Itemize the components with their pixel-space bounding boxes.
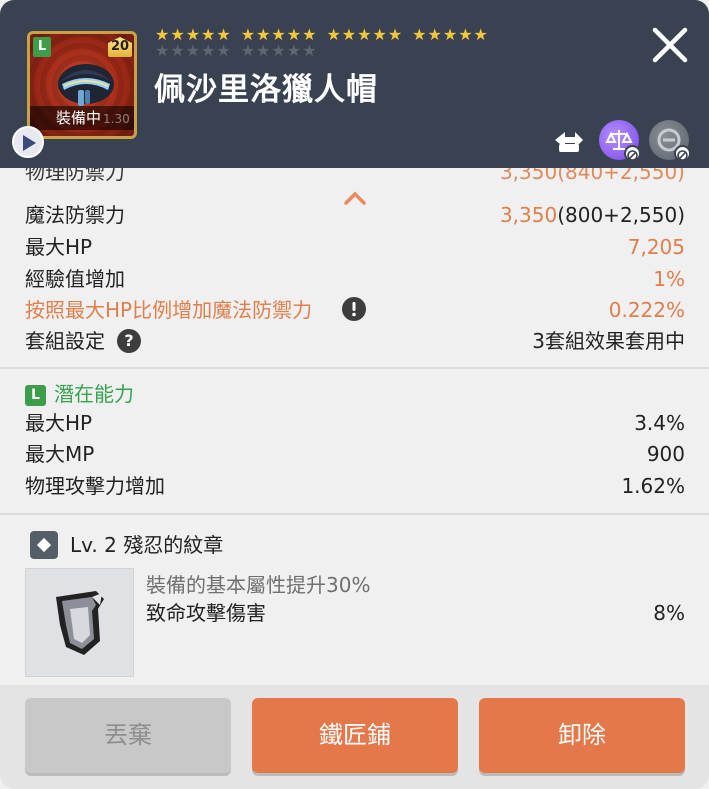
potential-value: 900 — [646, 442, 685, 466]
emblem-diamond-icon — [30, 531, 58, 559]
stat-value-detail: (800+2,550) — [557, 203, 685, 227]
transfer-icon[interactable] — [549, 120, 589, 160]
stats-scroll-area[interactable]: 物理防禦力 3,350(840+2,550) 魔法防禦力 3,350(800+2… — [0, 168, 709, 685]
star-icon: ★ — [442, 25, 458, 44]
star-icon: ★ — [387, 25, 403, 44]
stat-label: 經驗值增加 — [25, 267, 125, 291]
stat-value: 3,350(840+2,550) — [499, 168, 685, 184]
star-icon: ★ — [412, 25, 427, 44]
disabled-icon[interactable] — [649, 120, 691, 162]
star-group: ★ ★ ★ ★ ★ — [241, 43, 317, 59]
item-detail-panel: L 20 裝備中 1.30 ★ ★ ★ ★ ★ ★ ★ ★ ★ ★ ★ ★ ★ ★ ★ ★ ★ ★ ★ ★ ★ ★ ★… — [0, 0, 709, 789]
potential-value: 3.4% — [634, 411, 685, 435]
star-icon: ★ — [473, 25, 488, 44]
empty-star-icon: ★ — [302, 41, 317, 60]
empty-star-row: ★ ★ ★ ★ ★ ★ ★ ★ ★ ★ — [155, 43, 316, 59]
equipped-faint-text: 1.30 — [103, 112, 130, 126]
stat-value: 3,350(800+2,550) — [500, 200, 685, 230]
stat-value: 0.222% — [608, 298, 685, 322]
potential-row: 物理攻擊力增加 1.62% — [25, 471, 685, 501]
stat-label: 魔法防禦力 — [25, 203, 125, 227]
stat-value: 7,205 — [627, 235, 685, 259]
star-icon: ★ — [357, 25, 372, 44]
emblem-header: Lv. 2 殘忍的紋章 — [30, 530, 223, 560]
unavailable-icon — [674, 145, 691, 162]
potential-header: L 潛在能力 — [25, 379, 685, 409]
header-action-icons — [549, 120, 691, 162]
hunter-hat-icon — [58, 64, 114, 106]
star-group: ★ ★ ★ ★ ★ — [155, 43, 231, 59]
potential-label: 最大MP — [25, 442, 95, 466]
star-group: ★ ★ ★ ★ ★ — [326, 27, 402, 43]
stat-row: 最大HP 7,205 — [25, 232, 685, 262]
emblem-stat-label: 致命攻擊傷害 — [146, 601, 266, 625]
set-label-row: 套組設定? — [25, 326, 141, 356]
section-divider — [0, 367, 709, 369]
stat-label-row: 按照最大HP比例增加魔法防禦力 — [25, 295, 367, 325]
cruel-emblem-icon — [56, 591, 104, 655]
emblem-title: Lv. 2 殘忍的紋章 — [70, 533, 224, 557]
star-icon: ★ — [458, 25, 473, 44]
star-group: ★ ★ ★ ★ ★ — [412, 27, 488, 43]
emblem-image-box[interactable] — [25, 568, 134, 677]
stat-label: 套組設定 — [25, 329, 105, 353]
potential-value: 1.62% — [621, 474, 685, 498]
emblem-stat-row: 致命攻擊傷害 8% — [146, 598, 685, 628]
star-icon: ★ — [341, 25, 357, 44]
empty-star-icon: ★ — [271, 41, 286, 60]
potential-label: 最大HP — [25, 411, 93, 435]
play-button[interactable] — [12, 126, 44, 158]
info-icon[interactable] — [342, 297, 367, 321]
empty-star-icon: ★ — [201, 41, 216, 60]
play-icon — [23, 135, 36, 151]
unavailable-icon — [624, 145, 641, 162]
empty-star-icon: ★ — [155, 41, 170, 60]
close-icon[interactable] — [651, 26, 689, 64]
balance-icon[interactable] — [599, 120, 641, 162]
stat-value: 1% — [653, 267, 685, 291]
potential-title: 潛在能力 — [54, 382, 134, 406]
equipped-tag: 裝備中 1.30 — [30, 106, 134, 130]
blacksmith-button[interactable]: 鐵匠鋪 — [252, 698, 458, 773]
star-icon: ★ — [427, 25, 442, 44]
empty-star-icon: ★ — [170, 41, 185, 60]
stat-value: 3套組效果套用中 — [532, 329, 685, 353]
empty-star-icon: ★ — [240, 41, 256, 60]
stat-label: 最大HP — [25, 235, 93, 259]
stat-row: 魔法防禦力 3,350(800+2,550) — [25, 200, 685, 230]
set-row: 套組設定? 3套組效果套用中 — [25, 326, 685, 356]
potential-title-row: L 潛在能力 — [25, 379, 134, 409]
item-icon-frame[interactable]: L 20 裝備中 1.30 — [27, 31, 137, 139]
star-icon: ★ — [372, 25, 387, 44]
grade-badge: L — [33, 37, 51, 57]
potential-grade-badge: L — [25, 385, 46, 406]
action-footer: 丟棄 鐵匠鋪 卸除 — [0, 685, 709, 789]
stat-row: 經驗值增加 1% — [25, 264, 685, 294]
stat-row-partial: 物理防禦力 3,350(840+2,550) — [25, 168, 685, 187]
emblem-stat-value: 8% — [653, 601, 685, 625]
empty-star-icon: ★ — [185, 41, 201, 60]
empty-star-icon: ★ — [256, 41, 271, 60]
stat-value-main: 3,350 — [499, 203, 558, 227]
empty-star-icon: ★ — [216, 41, 231, 60]
stat-row: 按照最大HP比例增加魔法防禦力 0.222% — [25, 295, 685, 325]
help-icon[interactable]: ? — [117, 329, 141, 353]
discard-button[interactable]: 丟棄 — [25, 698, 231, 773]
stat-label: 物理防禦力 — [25, 168, 125, 184]
potential-row: 最大MP 900 — [25, 439, 685, 469]
emblem-description: 裝備的基本屬性提升30% — [146, 573, 371, 597]
item-header: L 20 裝備中 1.30 ★ ★ ★ ★ ★ ★ ★ ★ ★ ★ ★ ★ ★ ★ ★ ★ ★ ★ ★ ★ ★ ★ ★… — [0, 0, 709, 168]
empty-star-icon: ★ — [286, 41, 302, 60]
item-name: 佩沙里洛獵人帽 — [154, 72, 378, 108]
stat-label: 按照最大HP比例增加魔法防禦力 — [25, 298, 313, 322]
unequip-button[interactable]: 卸除 — [479, 698, 685, 773]
potential-row: 最大HP 3.4% — [25, 408, 685, 438]
potential-label: 物理攻擊力增加 — [25, 474, 165, 498]
equipped-label: 裝備中 — [56, 109, 102, 127]
star-icon: ★ — [326, 25, 341, 44]
section-divider — [0, 513, 709, 515]
